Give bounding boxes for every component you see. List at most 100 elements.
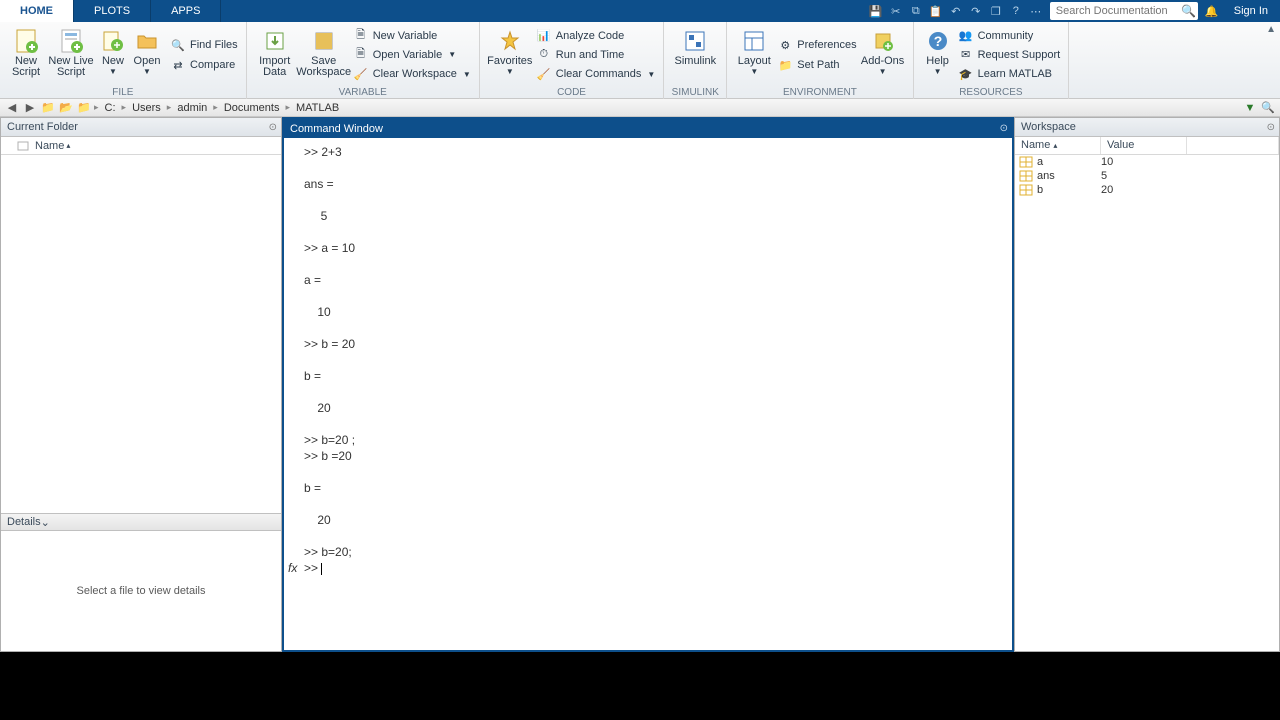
new-button[interactable]: New▼ (96, 26, 130, 84)
sign-in-link[interactable]: Sign In (1222, 0, 1280, 22)
workspace-header[interactable]: Name ▴ Value (1015, 137, 1279, 155)
file-list[interactable] (1, 155, 281, 513)
new-live-script-button[interactable]: New Live Script (46, 26, 96, 84)
chevron-down-icon: ⌄ (41, 516, 50, 529)
panel-menu-icon[interactable]: ⊙ (1000, 123, 1008, 134)
new-script-button[interactable]: New Script (6, 26, 46, 84)
command-line: b = (284, 368, 1012, 384)
folder-icon: 📁 (76, 100, 92, 116)
details-header[interactable]: Details⌄ (1, 513, 281, 531)
request-support-button[interactable]: ✉Request Support (956, 45, 1063, 64)
preferences-button[interactable]: ⚙Preferences (775, 35, 858, 55)
tab-plots[interactable]: PLOTS (74, 0, 151, 22)
addr-search-icon[interactable]: 🔍 (1260, 100, 1276, 116)
dock-icon[interactable]: ❐ (986, 0, 1006, 22)
clear-commands-button[interactable]: 🧹Clear Commands▼ (534, 65, 658, 84)
simulink-button[interactable]: Simulink (670, 26, 720, 84)
command-line (284, 224, 1012, 240)
command-line (284, 464, 1012, 480)
command-line: >> b = 20 (284, 336, 1012, 352)
find-files-button[interactable]: 🔍Find Files (168, 35, 240, 55)
command-line: >> b=20; (284, 544, 1012, 560)
command-window-title: Command Window⊙ (284, 119, 1012, 138)
var-name: a (1037, 156, 1101, 168)
compare-button[interactable]: ⇄Compare (168, 55, 240, 75)
ribbon-collapse-icon[interactable]: ▲ (1266, 24, 1276, 35)
variable-icon (1019, 170, 1035, 182)
addons-button[interactable]: Add-Ons▼ (859, 26, 907, 84)
command-line (284, 528, 1012, 544)
command-line: 20 (284, 400, 1012, 416)
open-button[interactable]: Open▼ (130, 26, 164, 84)
tab-apps[interactable]: APPS (151, 0, 221, 22)
search-icon[interactable]: 🔍 (1180, 4, 1198, 18)
help-icon[interactable]: ? (1006, 0, 1026, 22)
import-data-button[interactable]: Import Data (253, 26, 297, 84)
run-and-time-button[interactable]: ⏱Run and Time (534, 45, 658, 64)
tab-home[interactable]: HOME (0, 0, 74, 22)
command-line: b = (284, 480, 1012, 496)
learn-matlab-button[interactable]: 🎓Learn MATLAB (956, 65, 1063, 84)
group-label-code: CODE (480, 87, 664, 98)
up-folder-icon[interactable]: 📁 (40, 100, 56, 116)
cut-icon[interactable]: ✂ (886, 0, 906, 22)
workspace-body[interactable]: a10ans5b20 (1015, 155, 1279, 197)
command-line: 5 (284, 208, 1012, 224)
command-line (284, 384, 1012, 400)
undo-icon[interactable]: ↶ (946, 0, 966, 22)
ribbon-toolbar: ▲ New Script New Live Script New▼ Open▼ … (0, 22, 1280, 99)
variable-icon (1019, 156, 1035, 168)
back-icon[interactable]: ◀ (4, 100, 20, 116)
save-icon[interactable]: 💾 (866, 0, 886, 22)
command-window-body[interactable]: >> 2+3 ans = 5 >> a = 10 a = 10 >> b = 2… (284, 138, 1012, 650)
folder-column-header[interactable]: Name▴ (1, 137, 281, 155)
bell-icon[interactable]: 🔔 (1202, 0, 1222, 22)
workspace-row[interactable]: b20 (1015, 183, 1279, 197)
clear-workspace-button[interactable]: 🧹Clear Workspace▼ (351, 65, 473, 84)
help-button[interactable]: ?Help▼ (920, 26, 956, 84)
paste-icon[interactable]: 📋 (926, 0, 946, 22)
breadcrumb[interactable]: MATLAB (292, 102, 343, 114)
workspace-row[interactable]: a10 (1015, 155, 1279, 169)
set-path-button[interactable]: 📁Set Path (775, 55, 858, 75)
redo-icon[interactable]: ↷ (966, 0, 986, 22)
workspace-title: Workspace⊙ (1015, 118, 1279, 137)
breadcrumb[interactable]: Users (128, 102, 165, 114)
command-line (284, 320, 1012, 336)
analyze-code-button[interactable]: 📊Analyze Code (534, 26, 658, 45)
current-folder-title: Current Folder⊙ (1, 118, 281, 137)
breadcrumb[interactable]: admin (173, 102, 211, 114)
panel-menu-icon[interactable]: ⊙ (269, 122, 277, 133)
more-icon[interactable]: ⋯ (1026, 0, 1046, 22)
command-line: >> b=20 ; (284, 432, 1012, 448)
command-line: >> b =20 (284, 448, 1012, 464)
panel-menu-icon[interactable]: ⊙ (1267, 122, 1275, 133)
addr-dropdown-icon[interactable]: ▼ (1242, 100, 1258, 116)
command-line (284, 160, 1012, 176)
command-line (284, 256, 1012, 272)
var-name: b (1037, 184, 1101, 196)
command-line: 10 (284, 304, 1012, 320)
community-button[interactable]: 👥Community (956, 26, 1063, 45)
current-folder-panel: Current Folder⊙ Name▴ Details⌄ Select a … (0, 117, 282, 652)
command-line (284, 352, 1012, 368)
copy-icon[interactable]: ⧉ (906, 0, 926, 22)
save-workspace-button[interactable]: Save Workspace (297, 26, 351, 84)
fx-icon[interactable]: fx (288, 560, 297, 576)
address-bar: ◀ ▶ 📁 📂 📁 ▸ C:▸ Users▸ admin▸ Documents▸… (0, 99, 1280, 117)
command-prompt[interactable]: fx>> (284, 560, 1012, 576)
forward-icon[interactable]: ▶ (22, 100, 38, 116)
workspace-row[interactable]: ans5 (1015, 169, 1279, 183)
group-label-simulink: SIMULINK (664, 87, 726, 98)
open-variable-button[interactable]: 🗎Open Variable▼ (351, 45, 473, 64)
breadcrumb[interactable]: C: (101, 102, 120, 114)
command-line: >> 2+3 (284, 144, 1012, 160)
favorites-button[interactable]: Favorites▼ (486, 26, 534, 84)
group-label-file: FILE (0, 87, 246, 98)
layout-button[interactable]: Layout▼ (733, 26, 775, 84)
command-line (284, 496, 1012, 512)
breadcrumb[interactable]: Documents (220, 102, 284, 114)
new-variable-button[interactable]: 🗎New Variable (351, 26, 473, 45)
browse-icon[interactable]: 📂 (58, 100, 74, 116)
search-input[interactable] (1050, 3, 1180, 19)
